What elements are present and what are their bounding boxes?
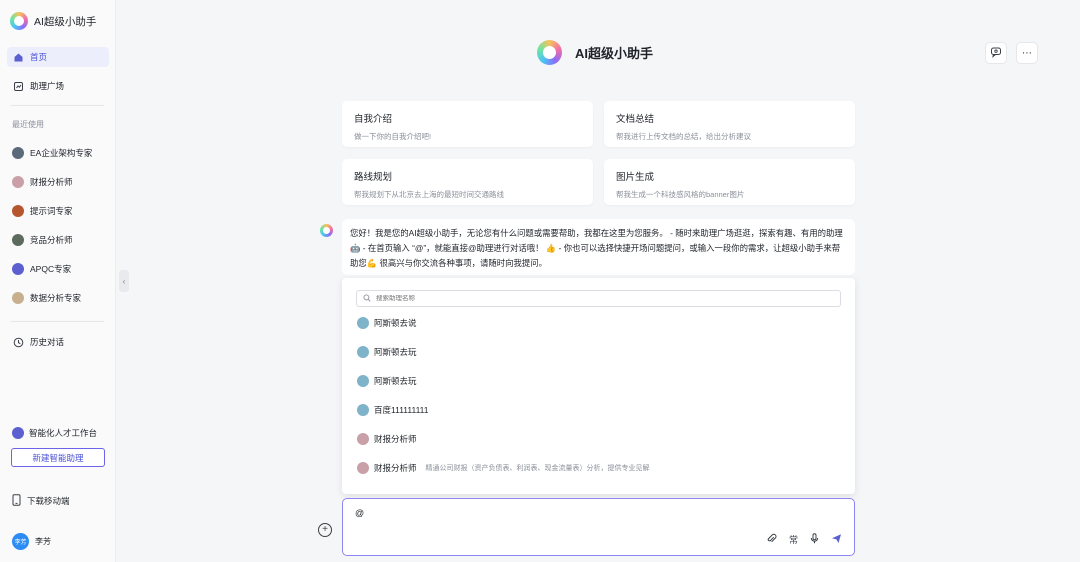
user-name: 李芳 xyxy=(35,537,51,546)
workbench-label: 智能化人才工作台 xyxy=(29,428,98,438)
avatar-icon xyxy=(12,176,24,188)
mention-item[interactable]: 财报分析师 精通公司财报（资产负债表、利润表、现金流量表）分析，提供专业见解 xyxy=(357,461,650,475)
card-title: 路线规划 xyxy=(354,172,393,183)
common-phrases-button[interactable]: 常 xyxy=(789,533,798,546)
nav-item-assistant-square[interactable]: 助理广场 xyxy=(7,76,109,96)
recent-item[interactable]: 数据分析专家 xyxy=(12,290,81,306)
chevron-left-icon: ‹ xyxy=(122,276,126,286)
avatar-icon xyxy=(357,346,369,358)
mention-item[interactable]: 百度111111111 xyxy=(357,403,429,417)
recent-item-label: 竞品分析师 xyxy=(30,235,73,245)
more-button[interactable]: ⋯ xyxy=(1016,42,1038,64)
square-icon xyxy=(13,81,24,92)
card-desc: 做一下你的自我介绍吧! xyxy=(354,132,432,141)
download-label: 下载移动端 xyxy=(27,496,70,506)
bot-avatar-icon xyxy=(320,224,333,237)
recent-item-label: 数据分析专家 xyxy=(30,293,82,303)
workbench-link[interactable]: 智能化人才工作台 xyxy=(12,427,97,439)
mention-item[interactable]: 财报分析师 xyxy=(357,432,417,446)
avatar: 李芳 xyxy=(12,533,29,550)
nav-item-home[interactable]: 首页 xyxy=(7,47,109,67)
recent-item[interactable]: 竞品分析师 xyxy=(12,232,73,248)
brand[interactable]: AI超级小助手 xyxy=(10,11,96,31)
logo-icon xyxy=(537,40,562,65)
avatar-icon xyxy=(12,234,24,246)
brand-logo-icon xyxy=(10,12,28,30)
recent-item-label: APQC专家 xyxy=(30,264,72,274)
avatar-icon xyxy=(12,263,24,275)
chat-switch-button[interactable] xyxy=(985,42,1007,64)
search-icon xyxy=(363,293,371,304)
mention-item-name: 财报分析师 xyxy=(374,463,417,473)
more-icon: ⋯ xyxy=(1022,47,1032,59)
sidebar: AI超级小助手 首页 助理广场 最近使用 EA企业架构专家 财报分析师 提示词专… xyxy=(0,0,116,562)
card-title: 自我介绍 xyxy=(354,114,393,125)
new-assistant-button[interactable]: 新建智能助理 xyxy=(11,448,105,467)
card-title: 图片生成 xyxy=(616,172,655,183)
message-composer[interactable]: @ 常 xyxy=(342,498,855,556)
recent-item-label: EA企业架构专家 xyxy=(30,148,93,158)
prompt-card[interactable]: 路线规划 帮我规划下从北京去上海的最短时间交通路线 xyxy=(342,159,593,205)
user-profile[interactable]: 李芳 李芳 xyxy=(12,533,51,550)
mention-item-name: 阿斯顿去玩 xyxy=(374,376,417,386)
mention-item-name: 阿斯顿去说 xyxy=(374,318,417,328)
avatar-icon xyxy=(12,147,24,159)
composer-input[interactable]: @ xyxy=(355,508,364,518)
avatar-icon xyxy=(357,462,369,474)
nav-item-label: 历史对话 xyxy=(30,337,65,347)
prompt-card[interactable]: 文档总结 帮我进行上传文档的总结，给出分析建议 xyxy=(604,101,855,147)
avatar-icon xyxy=(12,292,24,304)
avatar-icon xyxy=(12,205,24,217)
recent-item-label: 财报分析师 xyxy=(30,177,73,187)
mention-popup: 阿斯顿去说 阿斯顿去玩 阿斯顿去玩 百度111111111 财报分析师 财报分析… xyxy=(342,278,855,494)
card-desc: 帮我规划下从北京去上海的最短时间交通路线 xyxy=(354,190,504,199)
add-button[interactable]: + xyxy=(318,523,332,537)
attachment-icon[interactable] xyxy=(766,533,777,546)
nav-item-history[interactable]: 历史对话 xyxy=(7,332,109,352)
nav-item-label: 首页 xyxy=(30,52,48,62)
avatar-icon xyxy=(357,317,369,329)
recent-section-label: 最近使用 xyxy=(12,120,44,129)
assistant-search[interactable] xyxy=(356,290,841,307)
recent-item[interactable]: 提示词专家 xyxy=(12,203,73,219)
collapse-sidebar-button[interactable]: ‹ xyxy=(119,270,129,292)
composer-tools: 常 xyxy=(766,533,842,546)
plus-icon: + xyxy=(322,524,328,535)
recent-item-label: 提示词专家 xyxy=(30,206,73,216)
nav-item-label: 助理广场 xyxy=(30,81,65,91)
recent-item[interactable]: EA企业架构专家 xyxy=(12,145,92,161)
mention-item-desc: 精通公司财报（资产负债表、利润表、现金流量表）分析，提供专业见解 xyxy=(425,465,650,472)
workbench-icon xyxy=(12,427,24,439)
prompt-card[interactable]: 自我介绍 做一下你的自我介绍吧! xyxy=(342,101,593,147)
card-title: 文档总结 xyxy=(616,114,655,125)
card-desc: 帮我进行上传文档的总结，给出分析建议 xyxy=(616,132,751,141)
avatar-icon xyxy=(357,375,369,387)
sidebar-divider xyxy=(10,321,104,322)
sidebar-divider xyxy=(10,105,104,106)
page-title: AI超级小助手 xyxy=(575,46,654,61)
mention-item-name: 财报分析师 xyxy=(374,434,417,444)
page-header: AI超级小助手 xyxy=(537,40,653,65)
avatar-icon xyxy=(357,404,369,416)
mention-item[interactable]: 阿斯顿去说 xyxy=(357,316,417,330)
send-icon[interactable] xyxy=(831,533,842,546)
mention-item-name: 百度111111111 xyxy=(374,405,429,415)
mention-item[interactable]: 阿斯顿去玩 xyxy=(357,374,417,388)
chat-icon xyxy=(990,46,1002,61)
recent-item[interactable]: 财报分析师 xyxy=(12,174,73,190)
prompt-card[interactable]: 图片生成 帮我生成一个科技感风格的banner图片 xyxy=(604,159,855,205)
download-mobile-link[interactable]: 下载移动端 xyxy=(12,494,70,508)
mention-item[interactable]: 阿斯顿去玩 xyxy=(357,345,417,359)
clock-icon xyxy=(13,337,24,348)
brand-name: AI超级小助手 xyxy=(34,15,97,28)
card-desc: 帮我生成一个科技感风格的banner图片 xyxy=(616,190,745,199)
phone-icon xyxy=(12,494,21,508)
home-icon xyxy=(13,52,24,63)
mention-item-name: 阿斯顿去玩 xyxy=(374,347,417,357)
avatar-icon xyxy=(357,433,369,445)
assistant-message: 您好！我是您的AI超级小助手，无论您有什么问题或需要帮助，我都在这里为您服务。 … xyxy=(342,219,855,275)
recent-item[interactable]: APQC专家 xyxy=(12,261,71,277)
search-input[interactable] xyxy=(376,295,816,302)
microphone-icon[interactable] xyxy=(810,533,819,546)
